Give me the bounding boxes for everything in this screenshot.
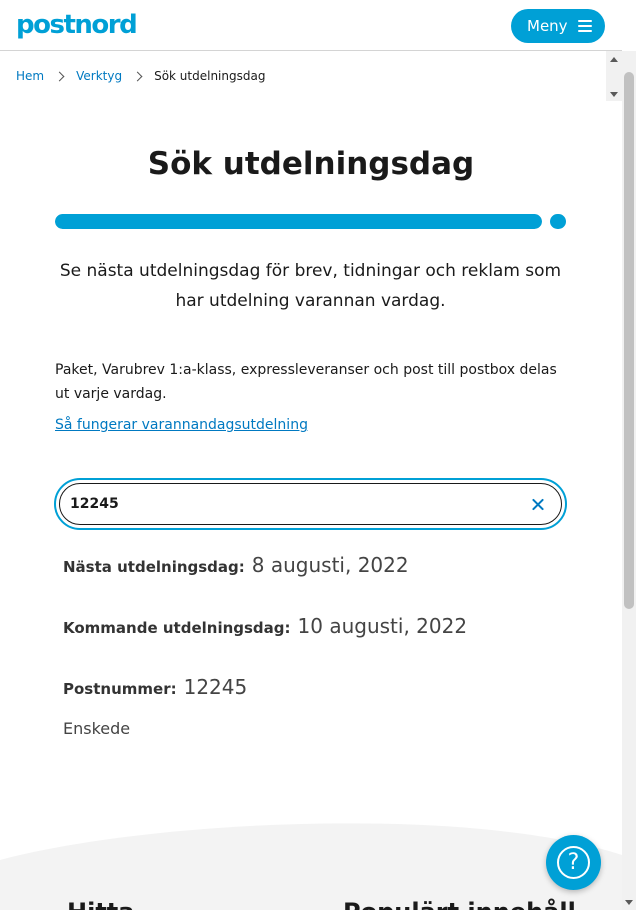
info-text: Paket, Varubrev 1:a-klass, expresslevera… (55, 362, 557, 402)
menu-button[interactable]: Meny (511, 9, 605, 43)
postcode-search-box (59, 483, 562, 525)
site-header: postnord Meny (0, 0, 622, 51)
postnord-logo[interactable]: postnord (16, 10, 138, 40)
menu-button-label: Meny (527, 17, 568, 35)
footer-heading-right: Populärt innehåll (343, 898, 576, 910)
help-button[interactable]: ? (546, 835, 601, 890)
page-title: Sök utdelningsdag (147, 146, 475, 182)
breadcrumb-link-hem[interactable]: Hem (16, 69, 44, 83)
footer-background (0, 823, 622, 910)
postcode-value: 12245 (183, 675, 248, 699)
next-delivery-label: Nästa utdelningsdag: (63, 558, 245, 576)
footer-heading-left: Hitta (67, 898, 134, 910)
scroll-down-icon[interactable] (610, 92, 618, 97)
help-icon: ? (557, 846, 590, 879)
upcoming-delivery-row: Kommande utdelningsdag: 10 augusti, 2022 (63, 614, 467, 638)
breadcrumb: Hem Verktyg Sök utdelningsdag (16, 69, 265, 83)
postcode-row: Postnummer: 12245 (63, 675, 247, 699)
next-delivery-value: 8 augusti, 2022 (251, 553, 409, 577)
postcode-input[interactable] (70, 484, 510, 524)
next-delivery-row: Nästa utdelningsdag: 8 augusti, 2022 (63, 553, 409, 577)
progress-fill (55, 214, 542, 229)
upcoming-delivery-value: 10 augusti, 2022 (297, 614, 468, 638)
breadcrumb-scrollbar[interactable] (606, 51, 622, 101)
hamburger-icon (578, 20, 592, 32)
breadcrumb-link-verktyg[interactable]: Verktyg (76, 69, 122, 83)
city-name: Enskede (63, 719, 131, 738)
breadcrumb-current: Sök utdelningsdag (154, 69, 266, 83)
how-it-works-link[interactable]: Så fungerar varannandagsutdelning (55, 417, 308, 433)
close-icon[interactable] (529, 496, 547, 514)
chevron-right-icon (54, 71, 65, 81)
progress-bar (55, 214, 542, 229)
postcode-label: Postnummer: (63, 680, 177, 698)
page-subtitle: Se nästa utdelningsdag för brev, tidning… (59, 261, 562, 311)
page-scrollbar[interactable] (622, 51, 636, 910)
chevron-right-icon (132, 71, 143, 81)
postcode-search (54, 478, 567, 530)
upcoming-delivery-label: Kommande utdelningsdag: (63, 619, 291, 637)
scroll-down-icon[interactable] (625, 900, 633, 905)
scroll-up-icon[interactable] (610, 57, 618, 62)
scrollbar-thumb[interactable] (624, 72, 634, 609)
progress-end-marker (550, 214, 566, 229)
